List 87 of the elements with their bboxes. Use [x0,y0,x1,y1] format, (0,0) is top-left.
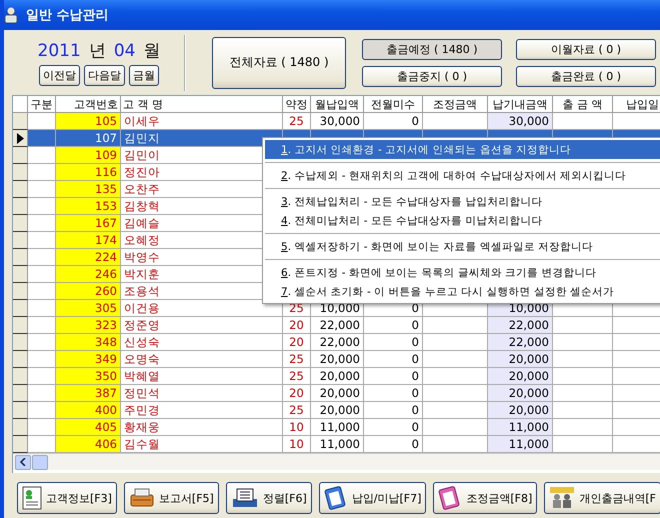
table-cell: 0 [364,317,423,334]
column-header[interactable]: 납기내금액 [488,96,553,113]
table-cell: 박혜열 [121,368,283,385]
table-cell: 신성숙 [121,334,283,351]
table-cell: 22,000 [311,334,364,351]
month-button[interactable]: 금월 [129,65,159,86]
filter-button[interactable]: 출금완료 ( 0 ) [516,66,656,86]
table-cell: 323 [56,317,121,334]
table-cell: 10 [283,419,311,436]
table-cell: 0 [364,368,423,385]
table-cell: 황재웅 [121,419,283,436]
table-cell: 11,000 [488,419,553,436]
table-cell: 405 [56,419,121,436]
table-cell: 0 [364,334,423,351]
table-cell: 20 [283,385,311,402]
toolbar-button[interactable]: 보고서[F5] [124,482,219,514]
table-cell: 224 [56,249,121,266]
table-cell: 20,000 [488,385,553,402]
table-cell: 387 [56,385,121,402]
table-cell: 406 [56,436,121,453]
table-cell: 0 [364,419,423,436]
column-header[interactable]: 구분 [28,96,56,113]
table-cell: 305 [56,300,121,317]
table-cell: 김민지 [121,130,283,147]
table-cell: 20,000 [311,351,364,368]
toolbar-button[interactable]: 조정금액[F8] [433,482,538,514]
table-cell: 30,000 [488,113,553,130]
filter-button[interactable]: 출금중지 ( 0 ) [362,66,502,86]
table-cell: 20 [283,334,311,351]
toolbar-button[interactable]: 정렬[F6] [226,482,312,514]
table-cell: 22,000 [311,317,364,334]
table-cell: 정민석 [121,385,283,402]
table-cell: 350 [56,368,121,385]
filter-button[interactable]: 이월자료 ( 0 ) [516,38,656,60]
column-header[interactable]: 출 금 액 [553,96,613,113]
year-unit: 년 [88,40,106,62]
table-cell: 25 [283,402,311,419]
table-cell: 246 [56,266,121,283]
column-header[interactable]: 약정 [283,96,311,113]
table-cell: 25 [283,368,311,385]
table-cell: 22,000 [488,317,553,334]
table-cell: 20 [283,317,311,334]
table-cell: 400 [56,402,121,419]
table-cell: 105 [56,113,121,130]
table-cell: 174 [56,232,121,249]
column-header[interactable]: 전월미수 [364,96,423,113]
toolbar-button[interactable]: 납입/미납[F7] [318,482,426,514]
column-header[interactable]: 고 객 명 [121,96,283,113]
table-cell: 116 [56,164,121,181]
table-cell: 348 [56,334,121,351]
year-text: 2011 [38,41,81,61]
table-cell: 정준영 [121,317,283,334]
table-cell: 0 [364,402,423,419]
table-cell: 107 [56,130,121,147]
column-header[interactable]: 고객번호 [56,96,121,113]
filter-button[interactable]: 출금예정 ( 1480 ) [362,38,502,60]
table-cell: 20,000 [311,402,364,419]
table-cell: 11,000 [488,436,553,453]
table-cell: 20,000 [311,368,364,385]
toolbar-button[interactable]: 고객정보[F3] [17,482,117,514]
table-cell: 11,000 [311,419,364,436]
table-cell: 20,000 [311,385,364,402]
table-cell: 20,000 [488,368,553,385]
month-button[interactable]: 다음달 [84,65,125,86]
table-cell: 0 [364,385,423,402]
table-cell: 20,000 [488,402,553,419]
toolbar-button[interactable]: 개인출금내역[F [544,482,660,514]
table-cell: 135 [56,181,121,198]
window-title: 일반 수납관리 [26,7,109,24]
table-cell: 오명숙 [121,351,283,368]
table-cell: 349 [56,351,121,368]
column-header[interactable]: 월납입액 [311,96,364,113]
month-button[interactable]: 이전달 [39,65,80,86]
table-cell: 153 [56,198,121,215]
column-header[interactable]: 조정금액 [423,96,488,113]
table-cell: 260 [56,283,121,300]
table-cell: 167 [56,215,121,232]
table-cell: 0 [364,351,423,368]
menu-item[interactable]: 1. 고지서 인쇄환경 - 고지서에 인쇄되는 옵션을 지정합니다 [265,140,660,159]
month-unit: 월 [143,40,160,62]
table-cell: 20,000 [488,351,553,368]
table-cell: 22,000 [488,334,553,351]
month-text: 04 [114,41,136,61]
table-cell: 109 [56,147,121,164]
table-cell: 25 [283,351,311,368]
all-data-button[interactable]: 전체자료 ( 1480 ) [212,36,346,88]
table-cell: 주민경 [121,402,283,419]
